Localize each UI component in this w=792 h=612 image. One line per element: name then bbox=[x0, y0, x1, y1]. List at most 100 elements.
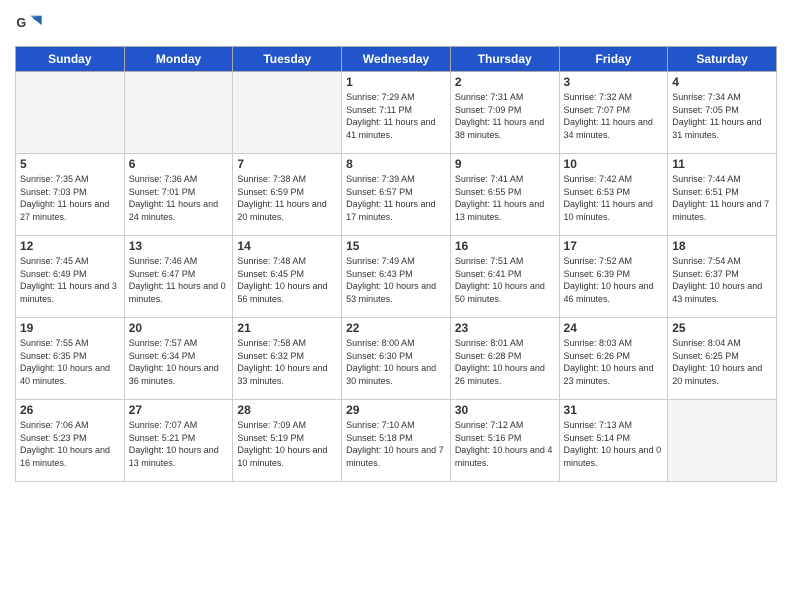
calendar-cell: 29 Sunrise: 7:10 AM Sunset: 5:18 PM Dayli… bbox=[342, 400, 451, 482]
day-number: 21 bbox=[237, 321, 337, 335]
calendar-cell: 25 Sunrise: 8:04 AM Sunset: 6:25 PM Dayli… bbox=[668, 318, 777, 400]
day-info: Sunrise: 8:01 AM Sunset: 6:28 PM Dayligh… bbox=[455, 337, 555, 387]
day-info: Sunrise: 7:52 AM Sunset: 6:39 PM Dayligh… bbox=[564, 255, 664, 305]
calendar-cell: 3 Sunrise: 7:32 AM Sunset: 7:07 PM Daylig… bbox=[559, 72, 668, 154]
day-info: Sunrise: 7:49 AM Sunset: 6:43 PM Dayligh… bbox=[346, 255, 446, 305]
calendar-cell: 17 Sunrise: 7:52 AM Sunset: 6:39 PM Dayli… bbox=[559, 236, 668, 318]
calendar-body: 1Sunrise: 7:29 AM Sunset: 7:11 PM Daylig… bbox=[16, 72, 777, 482]
logo-icon: G bbox=[15, 10, 43, 38]
calendar-cell bbox=[124, 72, 233, 154]
day-number: 3 bbox=[564, 75, 664, 89]
calendar-cell: 26 Sunrise: 7:06 AM Sunset: 5:23 PM Dayli… bbox=[16, 400, 125, 482]
calendar-cell: 27 Sunrise: 7:07 AM Sunset: 5:21 PM Dayli… bbox=[124, 400, 233, 482]
calendar-header-saturday: Saturday bbox=[668, 47, 777, 72]
calendar-cell: 20Sunrise: 7:57 AM Sunset: 6:34 PM Dayli… bbox=[124, 318, 233, 400]
day-number: 30 bbox=[455, 403, 555, 417]
day-number: 14 bbox=[237, 239, 337, 253]
day-number: 25 bbox=[672, 321, 772, 335]
calendar-cell: 16Sunrise: 7:51 AM Sunset: 6:41 PM Dayli… bbox=[450, 236, 559, 318]
calendar-cell: 14 Sunrise: 7:48 AM Sunset: 6:45 PM Dayli… bbox=[233, 236, 342, 318]
calendar-header-sunday: Sunday bbox=[16, 47, 125, 72]
day-number: 29 bbox=[346, 403, 446, 417]
day-number: 13 bbox=[129, 239, 229, 253]
day-number: 6 bbox=[129, 157, 229, 171]
day-number: 17 bbox=[564, 239, 664, 253]
calendar-cell: 9 Sunrise: 7:41 AM Sunset: 6:55 PM Daylig… bbox=[450, 154, 559, 236]
day-info: Sunrise: 7:48 AM Sunset: 6:45 PM Dayligh… bbox=[237, 255, 337, 305]
calendar: SundayMondayTuesdayWednesdayThursdayFrid… bbox=[15, 46, 777, 482]
day-number: 28 bbox=[237, 403, 337, 417]
day-info: Sunrise: 7:45 AM Sunset: 6:49 PM Dayligh… bbox=[20, 255, 120, 305]
day-number: 10 bbox=[564, 157, 664, 171]
day-info: Sunrise: 7:41 AM Sunset: 6:55 PM Dayligh… bbox=[455, 173, 555, 223]
day-number: 7 bbox=[237, 157, 337, 171]
calendar-cell: 4 Sunrise: 7:34 AM Sunset: 7:05 PM Daylig… bbox=[668, 72, 777, 154]
day-number: 2 bbox=[455, 75, 555, 89]
calendar-header-row: SundayMondayTuesdayWednesdayThursdayFrid… bbox=[16, 47, 777, 72]
calendar-header-thursday: Thursday bbox=[450, 47, 559, 72]
day-info: Sunrise: 7:31 AM Sunset: 7:09 PM Dayligh… bbox=[455, 91, 555, 141]
calendar-cell bbox=[668, 400, 777, 482]
calendar-week-0: 1Sunrise: 7:29 AM Sunset: 7:11 PM Daylig… bbox=[16, 72, 777, 154]
calendar-cell: 31Sunrise: 7:13 AM Sunset: 5:14 PM Dayli… bbox=[559, 400, 668, 482]
day-info: Sunrise: 8:00 AM Sunset: 6:30 PM Dayligh… bbox=[346, 337, 446, 387]
day-number: 9 bbox=[455, 157, 555, 171]
calendar-cell: 18 Sunrise: 7:54 AM Sunset: 6:37 PM Dayli… bbox=[668, 236, 777, 318]
day-number: 18 bbox=[672, 239, 772, 253]
day-number: 26 bbox=[20, 403, 120, 417]
calendar-cell: 6 Sunrise: 7:36 AM Sunset: 7:01 PM Daylig… bbox=[124, 154, 233, 236]
day-info: Sunrise: 7:58 AM Sunset: 6:32 PM Dayligh… bbox=[237, 337, 337, 387]
calendar-cell: 23 Sunrise: 8:01 AM Sunset: 6:28 PM Dayli… bbox=[450, 318, 559, 400]
day-info: Sunrise: 7:34 AM Sunset: 7:05 PM Dayligh… bbox=[672, 91, 772, 141]
day-number: 12 bbox=[20, 239, 120, 253]
day-info: Sunrise: 8:03 AM Sunset: 6:26 PM Dayligh… bbox=[564, 337, 664, 387]
calendar-cell: 28Sunrise: 7:09 AM Sunset: 5:19 PM Dayli… bbox=[233, 400, 342, 482]
day-number: 23 bbox=[455, 321, 555, 335]
calendar-week-3: 19Sunrise: 7:55 AM Sunset: 6:35 PM Dayli… bbox=[16, 318, 777, 400]
day-number: 1 bbox=[346, 75, 446, 89]
day-info: Sunrise: 7:32 AM Sunset: 7:07 PM Dayligh… bbox=[564, 91, 664, 141]
calendar-cell: 5Sunrise: 7:35 AM Sunset: 7:03 PM Daylig… bbox=[16, 154, 125, 236]
calendar-cell bbox=[16, 72, 125, 154]
calendar-cell: 1Sunrise: 7:29 AM Sunset: 7:11 PM Daylig… bbox=[342, 72, 451, 154]
calendar-cell bbox=[233, 72, 342, 154]
calendar-cell: 2 Sunrise: 7:31 AM Sunset: 7:09 PM Daylig… bbox=[450, 72, 559, 154]
calendar-week-4: 26 Sunrise: 7:06 AM Sunset: 5:23 PM Dayli… bbox=[16, 400, 777, 482]
logo: G bbox=[15, 10, 47, 38]
calendar-week-1: 5Sunrise: 7:35 AM Sunset: 7:03 PM Daylig… bbox=[16, 154, 777, 236]
day-info: Sunrise: 7:10 AM Sunset: 5:18 PM Dayligh… bbox=[346, 419, 446, 469]
day-number: 20 bbox=[129, 321, 229, 335]
day-info: Sunrise: 7:06 AM Sunset: 5:23 PM Dayligh… bbox=[20, 419, 120, 469]
day-info: Sunrise: 7:44 AM Sunset: 6:51 PM Dayligh… bbox=[672, 173, 772, 223]
day-number: 27 bbox=[129, 403, 229, 417]
calendar-cell: 22 Sunrise: 8:00 AM Sunset: 6:30 PM Dayli… bbox=[342, 318, 451, 400]
calendar-header-monday: Monday bbox=[124, 47, 233, 72]
calendar-cell: 13 Sunrise: 7:46 AM Sunset: 6:47 PM Dayli… bbox=[124, 236, 233, 318]
day-info: Sunrise: 7:07 AM Sunset: 5:21 PM Dayligh… bbox=[129, 419, 229, 469]
day-number: 24 bbox=[564, 321, 664, 335]
day-number: 22 bbox=[346, 321, 446, 335]
calendar-cell: 8Sunrise: 7:39 AM Sunset: 6:57 PM Daylig… bbox=[342, 154, 451, 236]
svg-text:G: G bbox=[16, 16, 26, 30]
day-number: 11 bbox=[672, 157, 772, 171]
calendar-cell: 11 Sunrise: 7:44 AM Sunset: 6:51 PM Dayli… bbox=[668, 154, 777, 236]
day-info: Sunrise: 7:54 AM Sunset: 6:37 PM Dayligh… bbox=[672, 255, 772, 305]
calendar-cell: 19Sunrise: 7:55 AM Sunset: 6:35 PM Dayli… bbox=[16, 318, 125, 400]
day-info: Sunrise: 7:12 AM Sunset: 5:16 PM Dayligh… bbox=[455, 419, 555, 469]
day-info: Sunrise: 7:46 AM Sunset: 6:47 PM Dayligh… bbox=[129, 255, 229, 305]
calendar-cell: 12 Sunrise: 7:45 AM Sunset: 6:49 PM Dayli… bbox=[16, 236, 125, 318]
calendar-cell: 7Sunrise: 7:38 AM Sunset: 6:59 PM Daylig… bbox=[233, 154, 342, 236]
day-number: 31 bbox=[564, 403, 664, 417]
calendar-cell: 10Sunrise: 7:42 AM Sunset: 6:53 PM Dayli… bbox=[559, 154, 668, 236]
calendar-cell: 15Sunrise: 7:49 AM Sunset: 6:43 PM Dayli… bbox=[342, 236, 451, 318]
calendar-header-friday: Friday bbox=[559, 47, 668, 72]
day-number: 8 bbox=[346, 157, 446, 171]
day-info: Sunrise: 7:55 AM Sunset: 6:35 PM Dayligh… bbox=[20, 337, 120, 387]
calendar-header-wednesday: Wednesday bbox=[342, 47, 451, 72]
day-number: 16 bbox=[455, 239, 555, 253]
calendar-cell: 30 Sunrise: 7:12 AM Sunset: 5:16 PM Dayli… bbox=[450, 400, 559, 482]
day-info: Sunrise: 8:04 AM Sunset: 6:25 PM Dayligh… bbox=[672, 337, 772, 387]
day-number: 4 bbox=[672, 75, 772, 89]
calendar-cell: 24 Sunrise: 8:03 AM Sunset: 6:26 PM Dayli… bbox=[559, 318, 668, 400]
day-info: Sunrise: 7:36 AM Sunset: 7:01 PM Dayligh… bbox=[129, 173, 229, 223]
